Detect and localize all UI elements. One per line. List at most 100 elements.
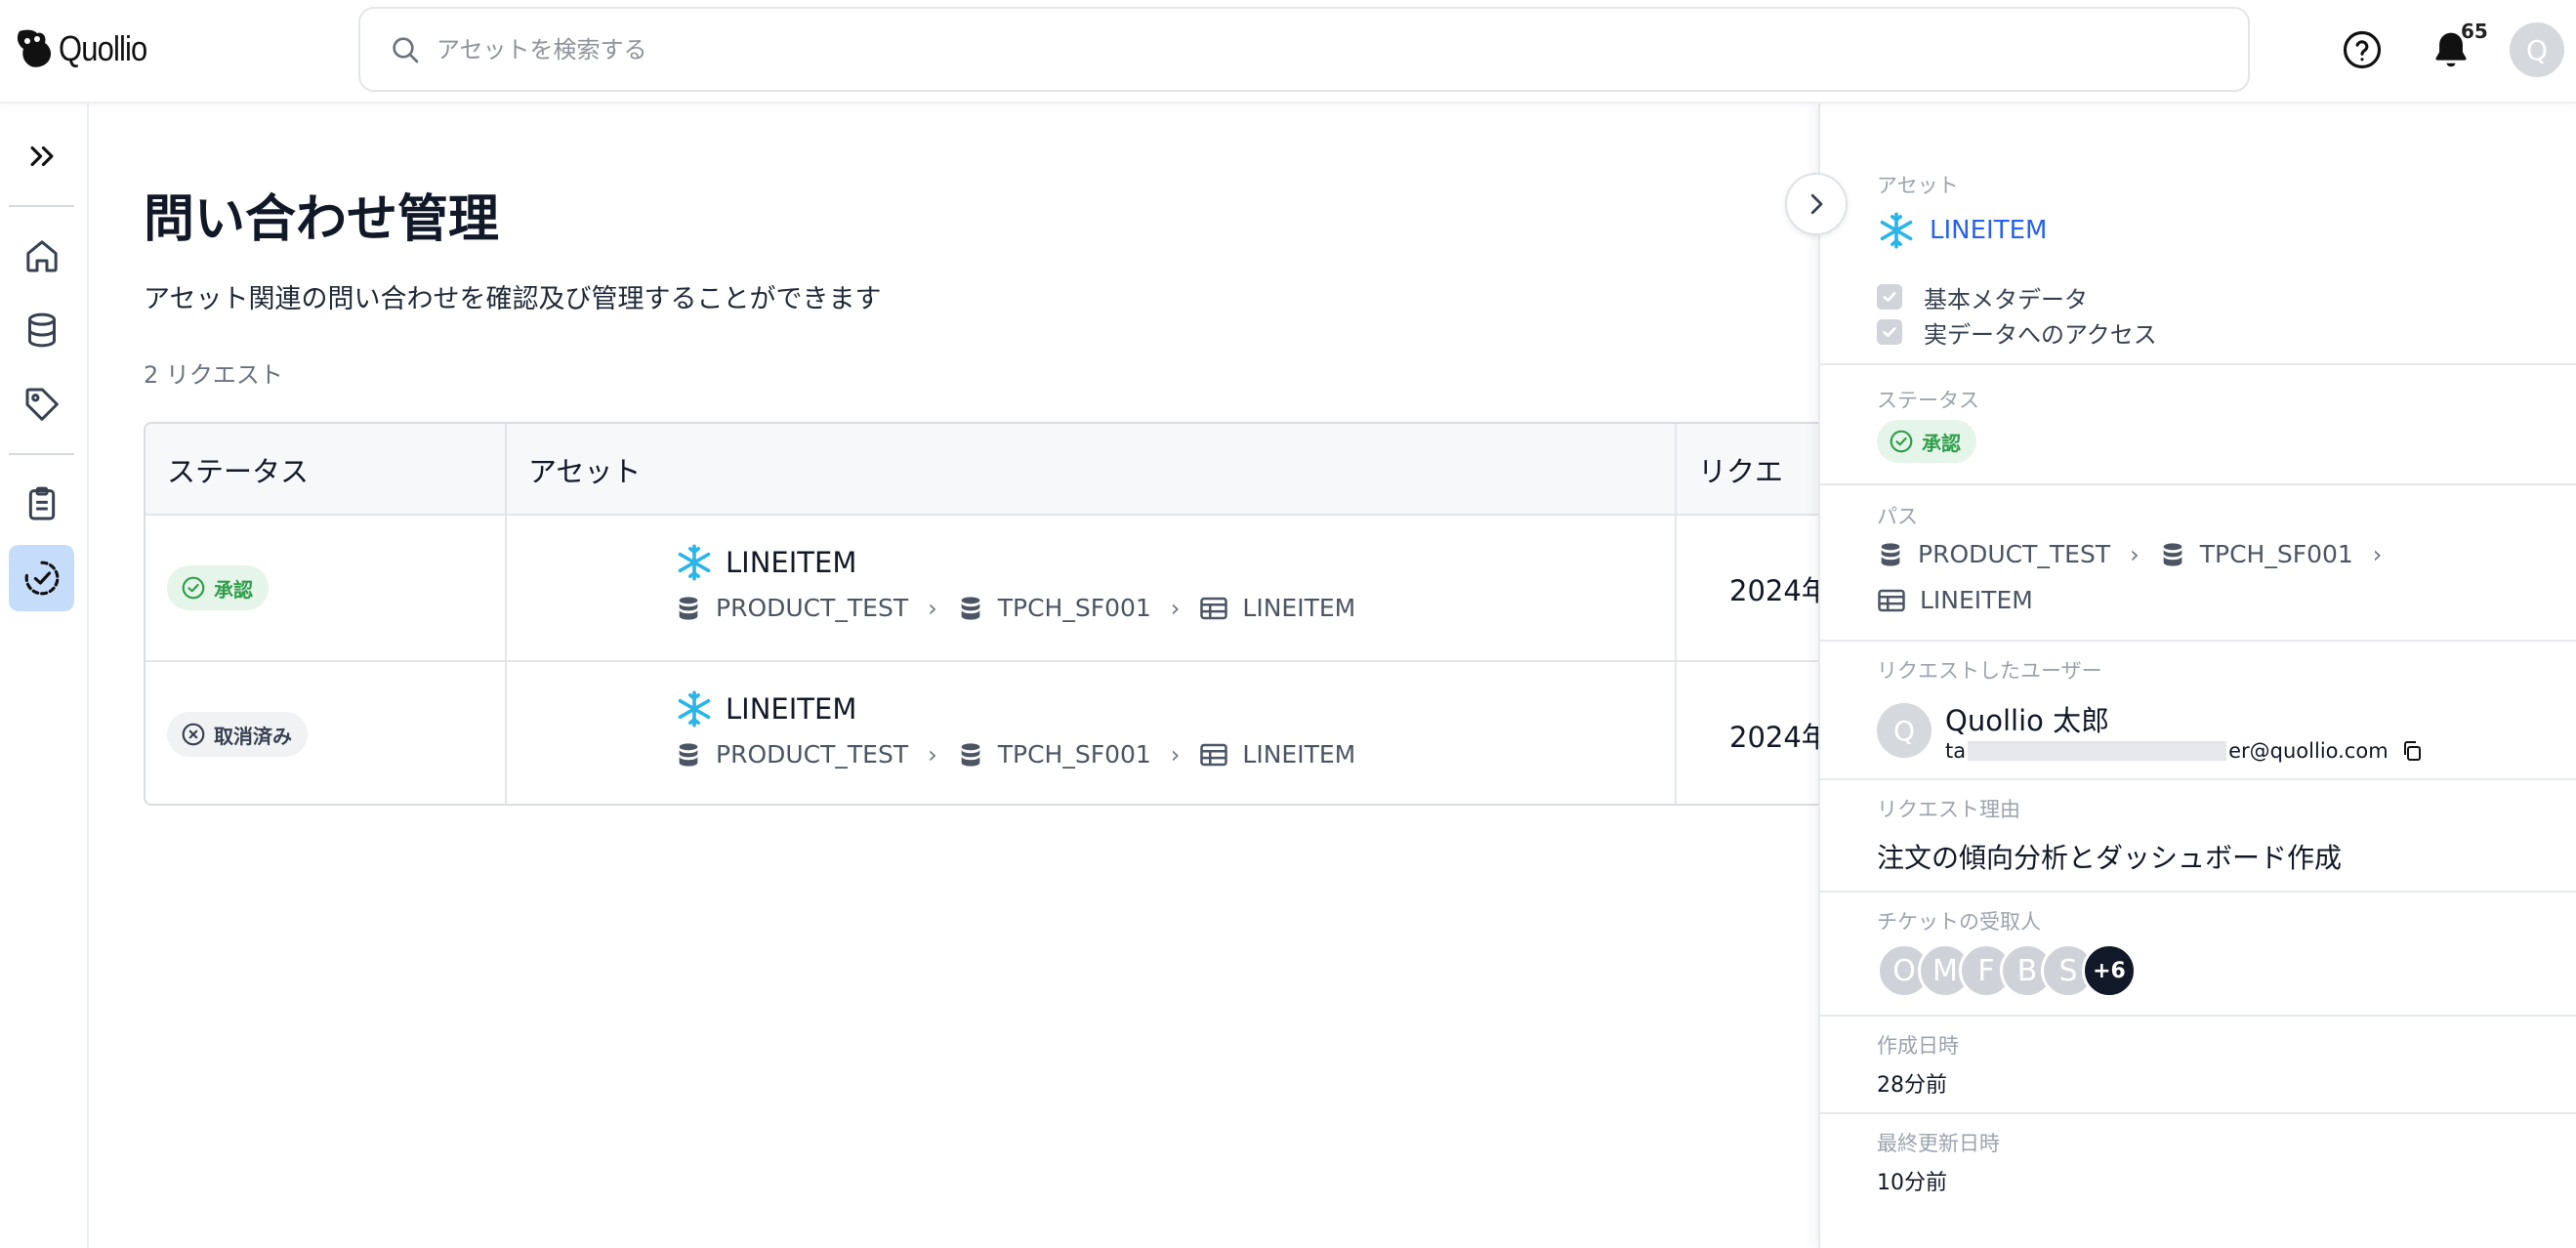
request-detail-panel: アセット LINEITEM 基本メタデータ 実データへのアクセス ステータス 承… (1818, 104, 2576, 1248)
database-icon (1881, 542, 1900, 566)
request-count: 2 リクエスト (144, 361, 283, 389)
copy-icon[interactable] (2400, 739, 2424, 763)
top-header: Quollio 65 Q (0, 0, 2576, 104)
requester-email: ta er@quollio.com (1945, 739, 2424, 763)
check-circle-icon (1890, 430, 1913, 453)
panel-section-updated: 最終更新日時 10分前 (1820, 1114, 2576, 1248)
check-icon (1883, 326, 1896, 338)
home-icon (25, 240, 58, 272)
path-segment[interactable]: TPCH_SF001 (998, 594, 1151, 622)
panel-asset: LINEITEM (1877, 211, 2047, 250)
avatar: Q (1877, 703, 1932, 758)
panel-toggle-button[interactable] (1785, 173, 1848, 235)
requests-table: ステータス アセット リクエ 承認 LINEITEM PRODUCT_TEST … (144, 422, 1862, 806)
requester-label: リクエストしたユーザー (1877, 659, 2102, 683)
path-segment[interactable]: LINEITEM (1242, 594, 1355, 622)
snowflake-icon (1880, 212, 1913, 249)
sidebar-item-tags[interactable] (9, 371, 74, 437)
chevron-right-icon: › (928, 594, 937, 622)
updated-label: 最終更新日時 (1877, 1132, 2000, 1155)
recipients-avatars: O M F B S +6 (1877, 943, 2137, 998)
panel-section-status: ステータス 承認 (1820, 365, 2576, 485)
sidebar-divider (9, 205, 74, 207)
sidebar-item-database[interactable] (9, 297, 74, 363)
table-icon (1878, 589, 1905, 611)
logo[interactable]: Quollio (14, 25, 161, 72)
request-check-icon (24, 561, 59, 596)
table-icon (1200, 597, 1228, 619)
path-segment[interactable]: TPCH_SF001 (2200, 540, 2353, 568)
asset-name-link[interactable]: LINEITEM (726, 546, 856, 579)
asset-label: アセット (1877, 174, 1959, 197)
panel-section-asset: アセット LINEITEM 基本メタデータ 実データへのアクセス (1820, 104, 2576, 365)
check-label: 実データへのアクセス (1924, 320, 2157, 349)
database-icon (27, 312, 56, 348)
status-text: 承認 (214, 577, 253, 602)
created-value: 28分前 (1877, 1073, 1947, 1098)
reason-value: 注文の傾向分析とダッシュボード作成 (1877, 842, 2343, 874)
check-item-basic-metadata: 基本メタデータ (1877, 279, 2157, 314)
chevron-right-icon (1810, 193, 1823, 215)
double-chevron-right-icon (30, 146, 53, 167)
asset-cell: LINEITEM PRODUCT_TEST › TPCH_SF001 › LIN… (675, 543, 1355, 622)
search-box[interactable] (358, 7, 2250, 92)
asset-name-link[interactable]: LINEITEM (726, 692, 856, 726)
check-icon (1883, 291, 1896, 303)
created-label: 作成日時 (1877, 1034, 1959, 1058)
chevron-right-icon: › (2130, 540, 2140, 568)
clipboard-icon (28, 486, 55, 520)
status-badge: 取消済み (167, 712, 308, 757)
table-header: ステータス アセット リクエ (145, 424, 1860, 516)
path-segment[interactable]: PRODUCT_TEST (716, 594, 908, 622)
x-circle-icon (182, 723, 205, 746)
requester-name: Quollio 太郎 (1945, 704, 2110, 737)
check-label: 基本メタデータ (1924, 285, 2088, 313)
path-segment[interactable]: PRODUCT_TEST (1918, 540, 2110, 568)
path-segment[interactable]: TPCH_SF001 (998, 740, 1151, 769)
user-avatar[interactable]: Q (2510, 22, 2564, 77)
status-label: ステータス (1877, 389, 1979, 412)
panel-asset-link[interactable]: LINEITEM (1930, 216, 2047, 245)
sidebar-item-home[interactable] (9, 223, 74, 289)
status-text: 承認 (1922, 431, 1961, 455)
asset-cell: LINEITEM PRODUCT_TEST › TPCH_SF001 › LIN… (675, 689, 1355, 769)
path-segment[interactable]: LINEITEM (1920, 586, 2033, 614)
check-item-data-access: 実データへのアクセス (1877, 314, 2157, 350)
asset-path: PRODUCT_TEST › TPCH_SF001 › LINEITEM (675, 740, 1355, 769)
database-icon (961, 742, 980, 767)
sidebar-item-clipboard[interactable] (9, 471, 74, 537)
quollio-logo-icon (17, 29, 52, 67)
help-button[interactable] (2342, 29, 2383, 74)
page-title: 問い合わせ管理 (144, 190, 500, 249)
panel-section-path: パス PRODUCT_TEST › TPCH_SF001 › LINEITEM (1820, 485, 2576, 642)
sidebar-item-requests[interactable] (9, 545, 74, 611)
search-input[interactable] (436, 35, 2097, 63)
help-icon (2343, 30, 2382, 69)
chevron-right-icon: › (2372, 540, 2383, 568)
logo-text: Quollio (59, 28, 147, 68)
path-label: パス (1877, 505, 1918, 528)
panel-section-requester: リクエストしたユーザー Q Quollio 太郎 ta er@quollio.c… (1820, 642, 2576, 780)
checkbox (1877, 319, 1902, 345)
table-icon (1200, 743, 1228, 766)
chevron-right-icon: › (1170, 594, 1181, 622)
checkbox (1877, 284, 1902, 310)
sidebar-expand-button[interactable] (9, 123, 74, 189)
table-row[interactable]: 承認 LINEITEM PRODUCT_TEST › TPCH_SF001 › … (145, 516, 1860, 660)
requester-info: Q Quollio 太郎 ta er@quollio.com (1877, 698, 2424, 763)
column-header-asset[interactable]: アセット (507, 424, 641, 516)
check-circle-icon (182, 576, 205, 600)
table-row[interactable]: 取消済み LINEITEM PRODUCT_TEST › TPCH_SF001 … (145, 660, 1860, 804)
snowflake-icon (678, 690, 711, 728)
path-segment[interactable]: LINEITEM (1242, 740, 1355, 769)
panel-path: PRODUCT_TEST › TPCH_SF001 › LINEITEM (1877, 540, 2388, 614)
access-scope-list: 基本メタデータ 実データへのアクセス (1877, 279, 2157, 350)
column-header-request[interactable]: リクエ (1677, 424, 1783, 516)
recipients-label: チケットの受取人 (1877, 910, 2041, 934)
sidebar-divider (9, 453, 74, 455)
path-segment[interactable]: PRODUCT_TEST (716, 740, 908, 769)
more-recipients-badge[interactable]: +6 (2082, 943, 2137, 998)
status-badge: 承認 (1877, 420, 1976, 463)
search-icon (393, 36, 419, 62)
column-header-status[interactable]: ステータス (145, 424, 309, 516)
